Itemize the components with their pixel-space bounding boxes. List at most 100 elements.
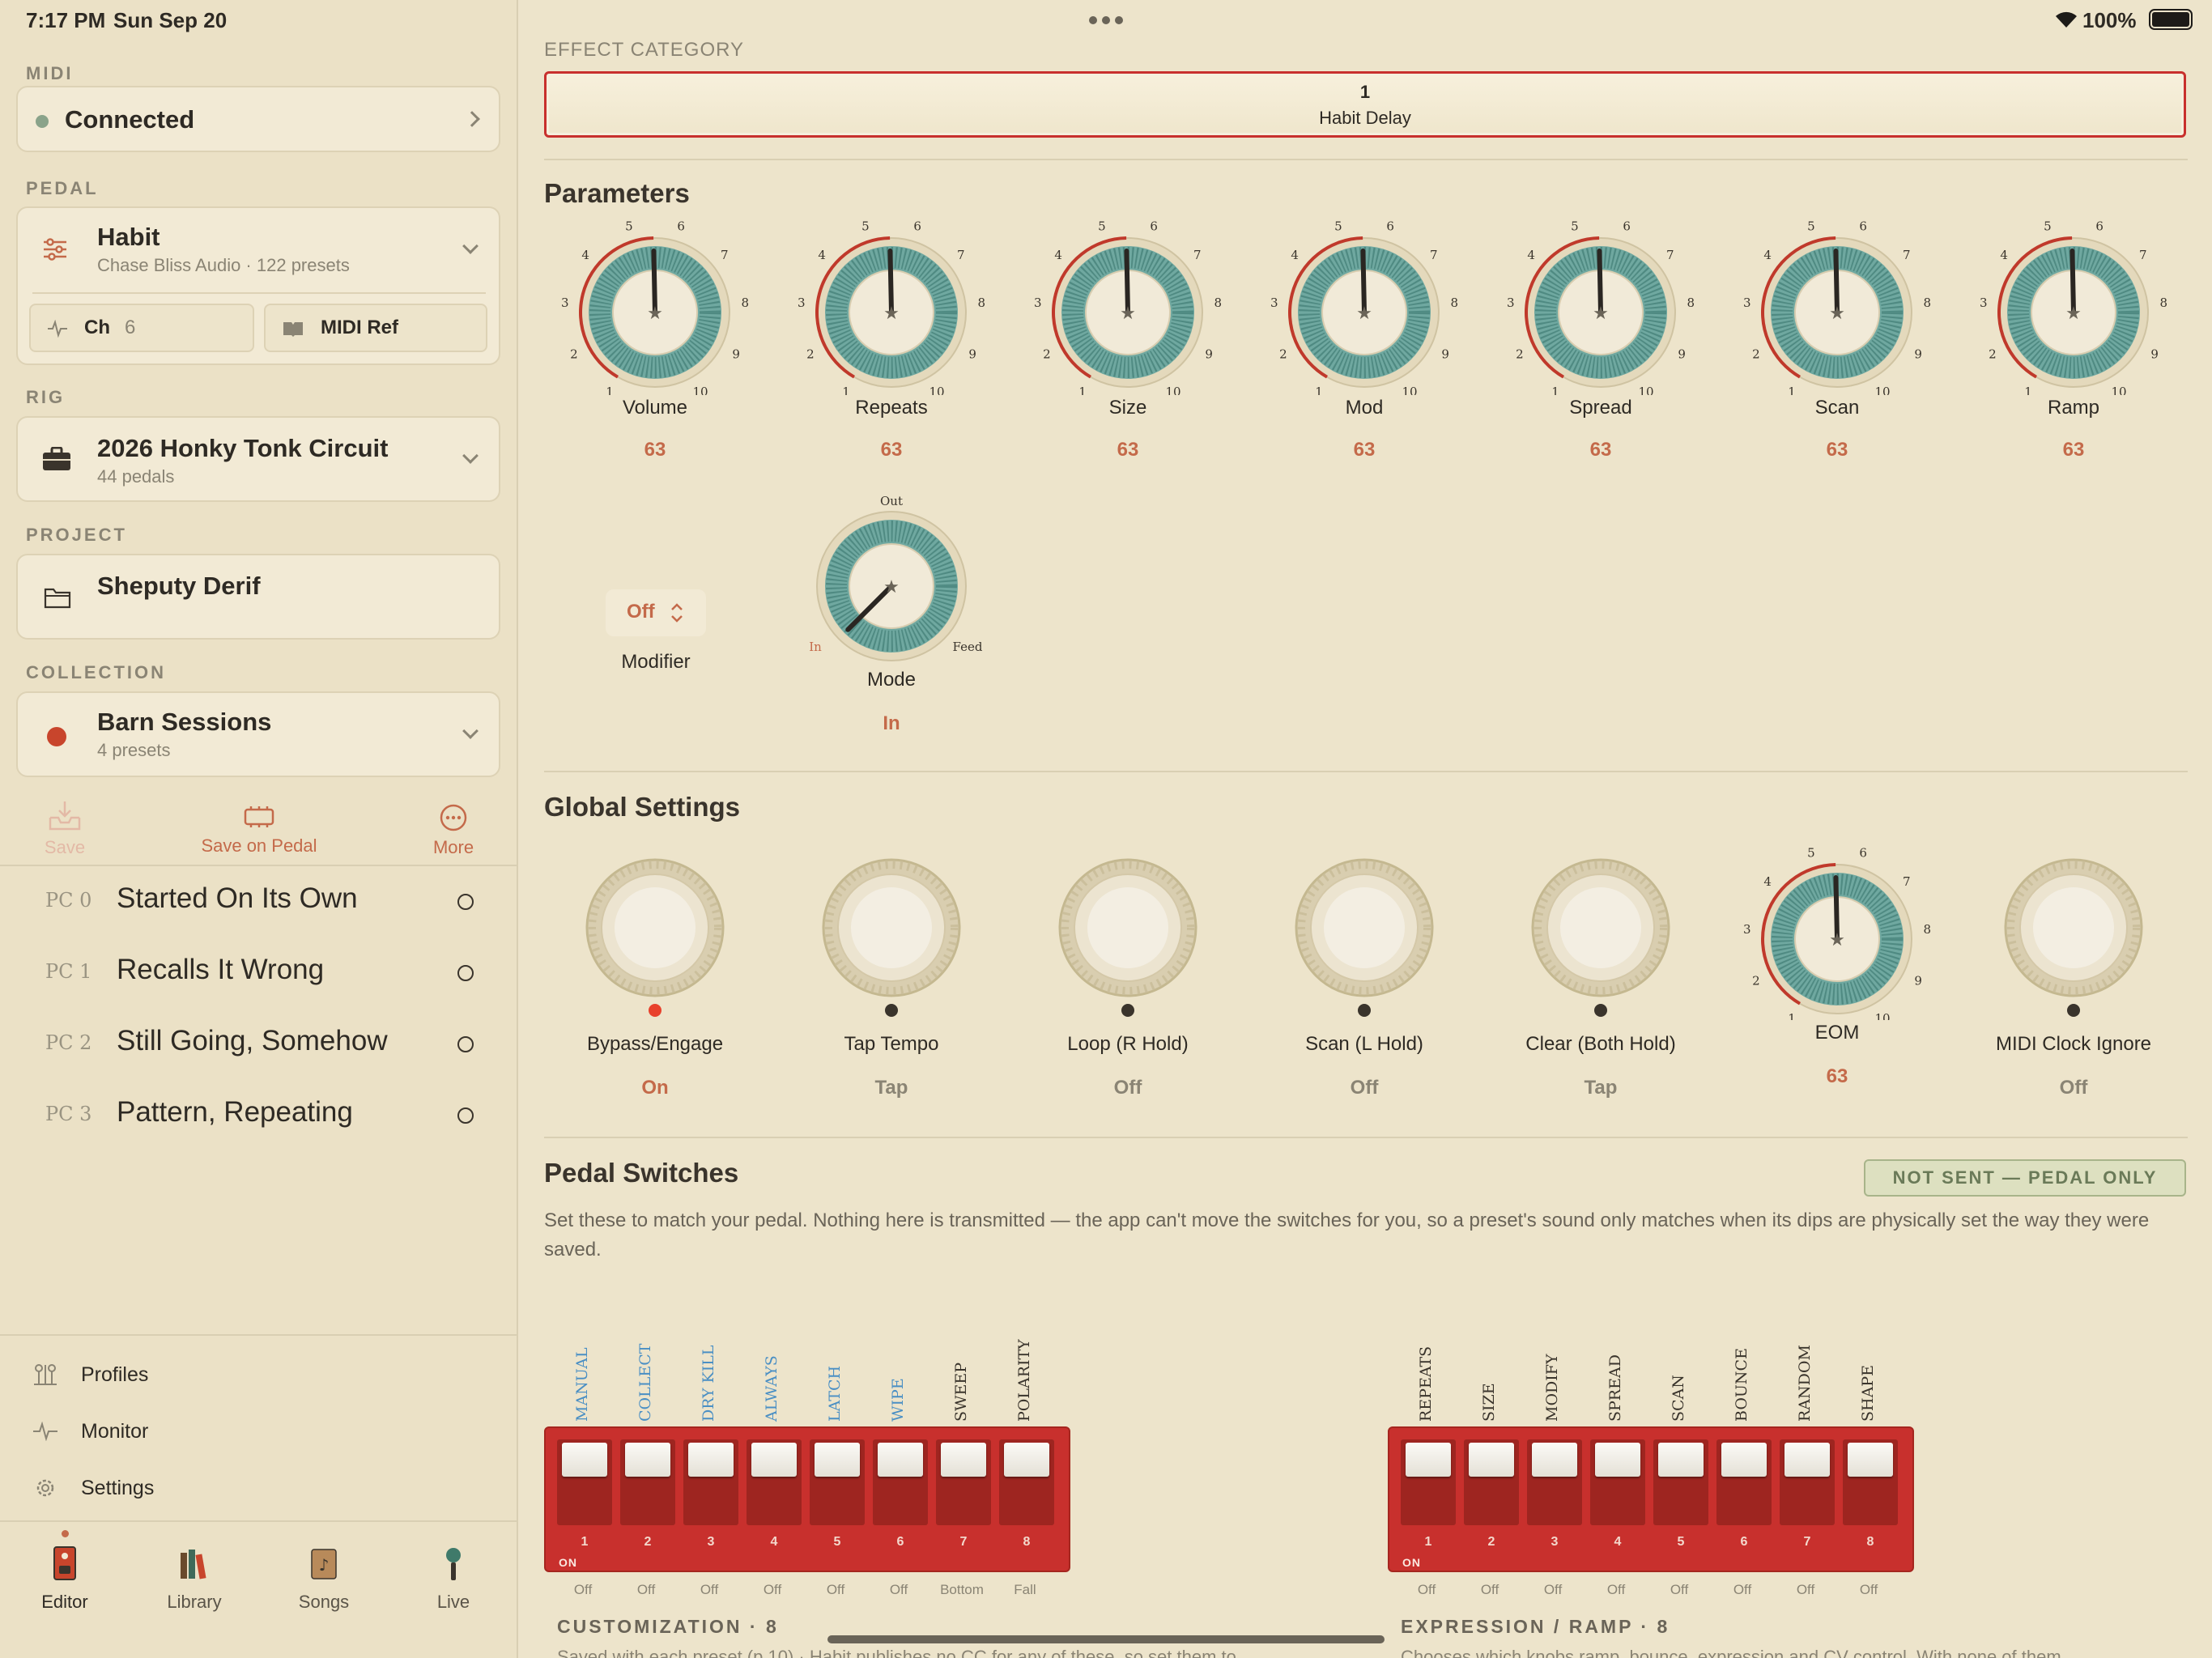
- save-button[interactable]: Save: [24, 800, 105, 858]
- knob-volume[interactable]: ★ 1 2 3 4 5 6 7 8 9 10 Volume 63: [558, 217, 752, 461]
- dip-switch[interactable]: [683, 1439, 738, 1525]
- modifier-stepper[interactable]: Off: [606, 589, 706, 636]
- dip-switch[interactable]: [1590, 1439, 1645, 1525]
- dip-switch-lever[interactable]: [688, 1443, 734, 1477]
- dip-switch-lever[interactable]: [878, 1443, 923, 1477]
- tab-editor[interactable]: Editor: [0, 1545, 130, 1618]
- dip-switch[interactable]: [1843, 1439, 1898, 1525]
- preset-row[interactable]: PC 2 Still Going, Somehow: [0, 1009, 518, 1080]
- dip-switch-lever[interactable]: [562, 1443, 607, 1477]
- dip-switch-lever[interactable]: [1595, 1443, 1640, 1477]
- dip-switch-lever[interactable]: [1721, 1443, 1767, 1477]
- modifier-value: Off: [627, 601, 655, 623]
- global-clear-both-hold[interactable]: Clear (Both Hold) Tap: [1504, 842, 1698, 1099]
- knob-dial[interactable]: ★ 1 2 3 4 5 6 7 8 9 10: [1504, 217, 1698, 399]
- knob-dial[interactable]: ★ 1 2 3 4 5 6 7 8 9 10: [1031, 217, 1225, 399]
- dip-switch[interactable]: [1716, 1439, 1772, 1525]
- preset-select-circle-icon[interactable]: [457, 965, 474, 981]
- knob-dial[interactable]: ★ 1 2 3 4 5 6 7 8 9 10: [558, 217, 752, 399]
- mode-knob[interactable]: ★ Out In Feed Mode In: [794, 489, 989, 734]
- dip-switch-lever[interactable]: [1848, 1443, 1893, 1477]
- settings-link[interactable]: Settings: [0, 1467, 518, 1512]
- channel-value: 6: [125, 317, 136, 338]
- knob-scan[interactable]: ★ 1 2 3 4 5 6 7 8 9 10 Scan 63: [1740, 217, 1934, 461]
- channel-button[interactable]: Ch 6: [29, 304, 254, 352]
- monitor-link[interactable]: Monitor: [0, 1410, 518, 1456]
- dip-switch-lever[interactable]: [1658, 1443, 1704, 1477]
- preset-row[interactable]: PC 3 Pattern, Repeating: [0, 1080, 518, 1151]
- knob-dial[interactable]: ★ 1 2 3 4 5 6 7 8 9 10: [794, 217, 989, 399]
- dip-switch[interactable]: [1780, 1439, 1835, 1525]
- dip-switch[interactable]: [1401, 1439, 1456, 1525]
- dip-switch[interactable]: [873, 1439, 928, 1525]
- midi-status-card[interactable]: Connected: [16, 86, 500, 152]
- dip-switch-lever[interactable]: [625, 1443, 670, 1477]
- preset-select-circle-icon[interactable]: [457, 1036, 474, 1052]
- dip-switch[interactable]: [1653, 1439, 1708, 1525]
- dip-switch-lever[interactable]: [1532, 1443, 1577, 1477]
- rig-card[interactable]: 2026 Honky Tonk Circuit 44 pedals: [16, 416, 500, 502]
- knob-mod[interactable]: ★ 1 2 3 4 5 6 7 8 9 10 Mod 63: [1267, 217, 1461, 461]
- global-loop-r-hold[interactable]: Loop (R Hold) Off: [1031, 842, 1225, 1099]
- dip-switch[interactable]: [936, 1439, 991, 1525]
- preset-select-circle-icon[interactable]: [457, 1107, 474, 1124]
- effect-category-selector[interactable]: 1 Habit Delay: [544, 71, 2186, 138]
- knob-size[interactable]: ★ 1 2 3 4 5 6 7 8 9 10 Size 63: [1031, 217, 1225, 461]
- footswitch-button[interactable]: [1976, 842, 2171, 1020]
- midi-ref-button[interactable]: MIDI Ref: [264, 304, 487, 352]
- footswitch-button[interactable]: [1504, 842, 1698, 1020]
- horizontal-scrollbar[interactable]: [827, 1635, 1385, 1643]
- dip-number: 7: [1803, 1535, 1811, 1549]
- dip-switch-lever[interactable]: [1784, 1443, 1830, 1477]
- global-midi-clock-ignore[interactable]: MIDI Clock Ignore Off: [1976, 842, 2171, 1099]
- preset-select-circle-icon[interactable]: [457, 894, 474, 910]
- svg-text:9: 9: [968, 346, 976, 361]
- mode-dial[interactable]: ★ Out In Feed: [794, 489, 989, 667]
- dip-number: 6: [896, 1535, 904, 1549]
- dip-switch-lever[interactable]: [1406, 1443, 1451, 1477]
- global-scan-l-hold[interactable]: Scan (L Hold) Off: [1267, 842, 1461, 1099]
- knob-dial[interactable]: ★ 1 2 3 4 5 6 7 8 9 10: [1976, 217, 2171, 399]
- global-bypass-engage[interactable]: Bypass/Engage On: [558, 842, 752, 1099]
- eom-dial[interactable]: ★ 1 2 3 4 5 6 7 8 9 10: [1740, 842, 1934, 1026]
- save-on-pedal-button[interactable]: Save on Pedal: [178, 800, 340, 858]
- multitasking-dots-icon[interactable]: [1088, 15, 1124, 24]
- knob-dial[interactable]: ★ 1 2 3 4 5 6 7 8 9 10: [1267, 217, 1461, 399]
- dip-switch[interactable]: [1464, 1439, 1519, 1525]
- footswitch-button[interactable]: [1031, 842, 1225, 1020]
- dip-switch[interactable]: [1527, 1439, 1582, 1525]
- dip-switch[interactable]: [557, 1439, 612, 1525]
- dip-switch[interactable]: [999, 1439, 1054, 1525]
- tab-songs[interactable]: ♪ Songs: [259, 1545, 389, 1618]
- dip-switch[interactable]: [810, 1439, 865, 1525]
- dip-switch-lever[interactable]: [1004, 1443, 1049, 1477]
- dip-switch-lever[interactable]: [751, 1443, 797, 1477]
- status-led: [1594, 1004, 1607, 1017]
- knob-dial[interactable]: ★ 1 2 3 4 5 6 7 8 9 10: [1740, 217, 1934, 399]
- chevron-down-icon[interactable]: [462, 238, 479, 254]
- project-card[interactable]: Sheputy Derif: [16, 554, 500, 640]
- footswitch-button[interactable]: [794, 842, 989, 1020]
- tab-library[interactable]: Library: [130, 1545, 259, 1618]
- knob-repeats[interactable]: ★ 1 2 3 4 5 6 7 8 9 10 Repeats 63: [794, 217, 989, 461]
- dip-switch-lever[interactable]: [1469, 1443, 1514, 1477]
- preset-row[interactable]: PC 1 Recalls It Wrong: [0, 937, 518, 1009]
- more-button[interactable]: More: [413, 800, 494, 858]
- dip-switch[interactable]: [747, 1439, 802, 1525]
- footswitch-button[interactable]: [558, 842, 752, 1020]
- pedal-name[interactable]: Habit: [97, 223, 160, 252]
- profiles-link[interactable]: Profiles: [0, 1354, 518, 1399]
- knob-spread[interactable]: ★ 1 2 3 4 5 6 7 8 9 10 Spread 63: [1504, 217, 1698, 461]
- tab-live[interactable]: Live: [389, 1545, 518, 1618]
- knob-ramp[interactable]: ★ 1 2 3 4 5 6 7 8 9 10 Ramp 63: [1976, 217, 2171, 461]
- dip-label: RANDOM: [1796, 1345, 1814, 1422]
- global-tap-tempo[interactable]: Tap Tempo Tap: [794, 842, 989, 1099]
- preset-row[interactable]: PC 0 Started On Its Own: [0, 866, 518, 937]
- footswitch-button[interactable]: [1267, 842, 1461, 1020]
- preset-name: Pattern, Repeating: [117, 1096, 353, 1128]
- dip-switch[interactable]: [620, 1439, 675, 1525]
- dip-switch-lever[interactable]: [941, 1443, 986, 1477]
- dip-switch-lever[interactable]: [815, 1443, 860, 1477]
- collection-card[interactable]: Barn Sessions 4 presets: [16, 691, 500, 777]
- global-eom[interactable]: ★ 1 2 3 4 5 6 7 8 9 10 EOM 63: [1740, 842, 1934, 1087]
